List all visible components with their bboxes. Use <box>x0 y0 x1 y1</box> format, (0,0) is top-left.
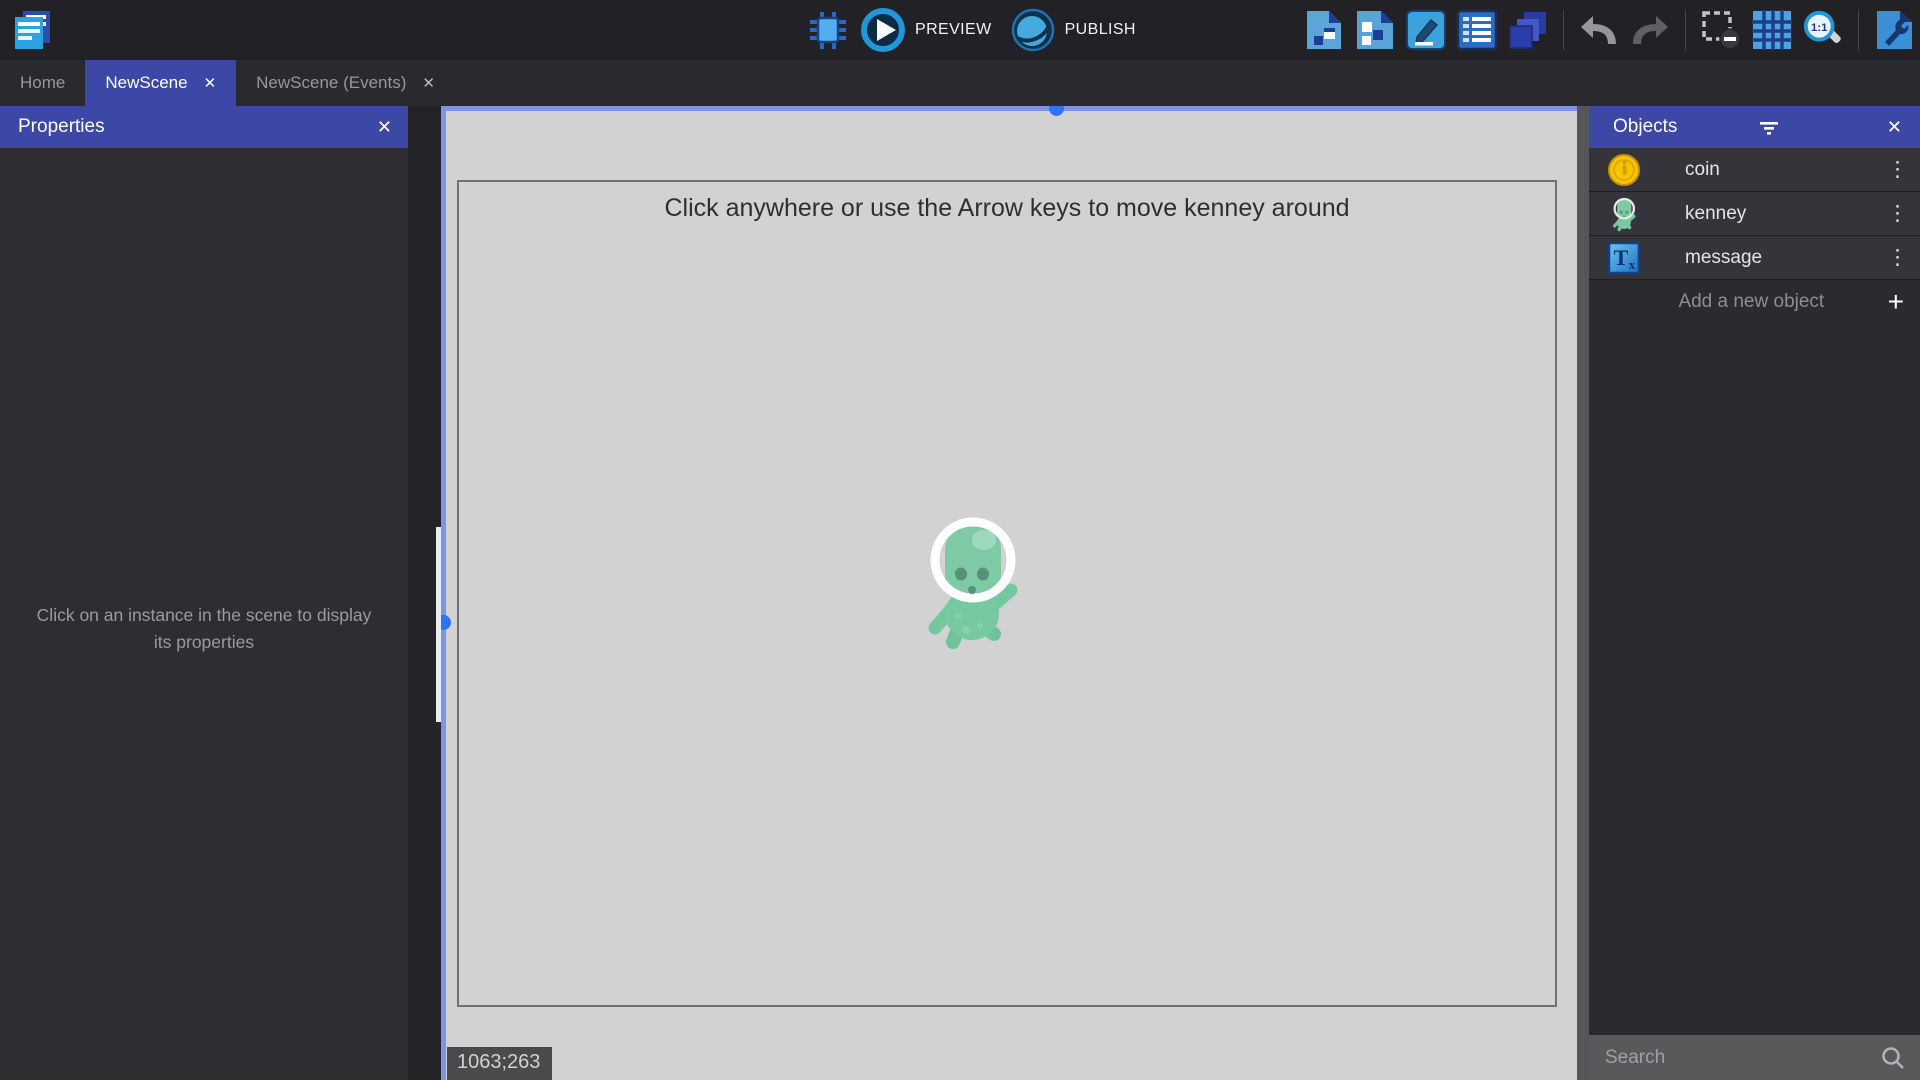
plus-icon: + <box>1888 288 1904 316</box>
add-object-label: Add a new object <box>1589 291 1888 313</box>
search-input[interactable] <box>1605 1047 1880 1069</box>
wrench-page-icon <box>1872 8 1916 52</box>
svg-text:x: x <box>1629 257 1636 272</box>
debug-button[interactable] <box>806 8 850 52</box>
publish-button[interactable]: PUBLISH <box>1010 7 1144 53</box>
tab-label: NewScene <box>105 73 187 93</box>
cursor-coordinates: 1063;263 <box>447 1047 552 1080</box>
main-area: Properties ✕ Click on an instance in the… <box>0 106 1920 1080</box>
preview-label: PREVIEW <box>915 21 1000 39</box>
delete-instances-button[interactable] <box>1699 8 1743 52</box>
zoom-1-1-icon: 1:1 <box>1801 7 1845 53</box>
publish-globe-icon <box>1010 7 1056 53</box>
scene-properties-button[interactable] <box>1455 8 1499 52</box>
undo-icon <box>1577 8 1621 52</box>
layers-button[interactable] <box>1506 8 1550 52</box>
filter-button[interactable] <box>1758 118 1780 136</box>
search-icon <box>1880 1045 1906 1071</box>
preview-play-icon <box>860 7 906 53</box>
toolbar-separator <box>1563 10 1564 50</box>
tab-newscene-events[interactable]: NewScene (Events) ✕ <box>236 60 455 106</box>
close-icon[interactable]: ✕ <box>377 117 392 138</box>
tab-bar: Home NewScene ✕ NewScene (Events) ✕ <box>0 60 1920 106</box>
debug-icon <box>806 8 850 52</box>
svg-text:1:1: 1:1 <box>1811 22 1828 34</box>
toolbar-separator <box>1858 10 1859 50</box>
horizontal-scroll-track[interactable] <box>441 106 1577 111</box>
object-row-message[interactable]: T x message ⋮ <box>1589 236 1920 280</box>
close-icon[interactable]: ✕ <box>422 74 435 92</box>
objects-panel: Objects ✕ <box>1589 106 1920 1080</box>
redo-icon <box>1628 8 1672 52</box>
objects-title: Objects <box>1613 116 1677 138</box>
tab-newscene[interactable]: NewScene ✕ <box>85 60 236 106</box>
undo-button[interactable] <box>1577 8 1621 52</box>
publish-label: PUBLISH <box>1065 21 1144 39</box>
properties-empty-message: Click on an instance in the scene to dis… <box>34 602 374 656</box>
export-object-button[interactable] <box>1302 8 1346 52</box>
tab-home[interactable]: Home <box>0 60 85 106</box>
add-object-button[interactable]: Add a new object + <box>1589 280 1920 324</box>
layers-icon <box>1506 8 1550 52</box>
horizontal-scroll-handle[interactable] <box>1049 106 1064 116</box>
object-menu-icon[interactable]: ⋮ <box>1887 159 1908 180</box>
object-name: kenney <box>1685 203 1746 225</box>
object-name: message <box>1685 247 1762 269</box>
toolbar-center: PREVIEW PUBLISH <box>806 0 1144 60</box>
edit-scene-button[interactable] <box>1404 8 1448 52</box>
panel-divider[interactable] <box>408 106 441 1080</box>
kenney-sprite-icon <box>1607 197 1641 231</box>
scene-canvas[interactable]: Click anywhere or use the Arrow keys to … <box>441 106 1577 1080</box>
tab-label: NewScene (Events) <box>256 73 406 93</box>
scene-text-object: Click anywhere or use the Arrow keys to … <box>459 194 1555 223</box>
vertical-scroll-track[interactable] <box>441 106 446 1080</box>
close-icon[interactable]: ✕ <box>1887 117 1902 138</box>
filter-icon <box>1758 118 1780 136</box>
selection-minus-icon <box>1699 8 1743 52</box>
tab-label: Home <box>20 73 65 93</box>
svg-text:T: T <box>1614 245 1629 270</box>
kenney-instance[interactable] <box>920 510 1024 652</box>
object-name: coin <box>1685 159 1720 181</box>
properties-header: Properties ✕ <box>0 106 408 148</box>
object-row-kenney[interactable]: kenney ⋮ <box>1589 192 1920 236</box>
instances-list-button[interactable] <box>1353 8 1397 52</box>
object-menu-icon[interactable]: ⋮ <box>1887 203 1908 224</box>
zoom-original-button[interactable]: 1:1 <box>1801 8 1845 52</box>
objects-header: Objects ✕ <box>1589 106 1920 148</box>
grid-icon <box>1750 8 1794 52</box>
properties-body: Click on an instance in the scene to dis… <box>0 148 408 1080</box>
gdevelop-window: PREVIEW PUBLISH <box>0 0 1920 1080</box>
close-icon[interactable]: ✕ <box>204 74 217 92</box>
scene-settings-button[interactable] <box>1872 8 1916 52</box>
top-toolbar: PREVIEW PUBLISH <box>0 0 1920 60</box>
properties-panel: Properties ✕ Click on an instance in the… <box>0 106 408 1080</box>
object-row-coin[interactable]: coin ⋮ <box>1589 148 1920 192</box>
toolbar-right: 1:1 <box>1302 0 1916 60</box>
project-manager-button[interactable] <box>10 7 56 53</box>
coin-icon <box>1607 153 1641 187</box>
redo-button[interactable] <box>1628 8 1672 52</box>
pencil-square-icon <box>1404 8 1448 52</box>
preview-button[interactable]: PREVIEW <box>860 7 1000 53</box>
canvas-scrollbar-gutter[interactable] <box>1577 106 1589 1080</box>
list-square-icon <box>1455 8 1499 52</box>
properties-title: Properties <box>18 116 105 138</box>
object-page-icon <box>1302 8 1346 52</box>
vertical-scroll-handle[interactable] <box>441 615 451 630</box>
instances-page-icon <box>1353 8 1397 52</box>
project-manager-icon <box>10 7 56 53</box>
objects-search-bar <box>1589 1035 1920 1080</box>
grid-button[interactable] <box>1750 8 1794 52</box>
toolbar-separator <box>1685 10 1686 50</box>
text-object-icon: T x <box>1607 241 1641 275</box>
object-menu-icon[interactable]: ⋮ <box>1887 247 1908 268</box>
